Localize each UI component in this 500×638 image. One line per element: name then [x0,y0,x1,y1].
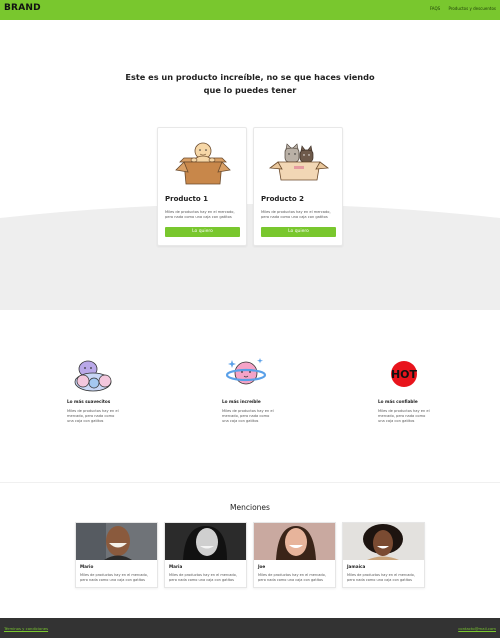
buy-button[interactable]: Lo quiero [261,227,336,237]
brand-logo[interactable]: BRAND [4,3,41,13]
baby-in-box-illustration [175,142,231,185]
feature-title: Lo más increíble [222,399,261,404]
mention-name: Maria [169,564,183,569]
mention-description: Miles de productos hay en el mercado, pe… [347,573,415,582]
avatar [343,523,424,560]
mention-card: Mario Miles de productos hay en el merca… [75,522,158,588]
mention-description: Miles de productos hay en el mercado, pe… [169,573,237,582]
mention-card: Joe Miles de productos hay en el mercado… [253,522,336,588]
avatar [76,523,157,560]
product-name: Producto 2 [261,195,304,203]
feature-title: Lo más suavecitos [67,399,111,404]
hot-badge-icon: HOT [391,361,418,387]
mention-name: Joe [258,564,266,569]
product-description: Miles de productos hay en el mercado, pe… [261,210,331,219]
product-card: Producto 1 Miles de productos hay en el … [157,127,247,246]
feature-description: Miles de productos hay en el mercado, pe… [67,409,119,423]
feature-title: Lo más confiable [378,399,418,404]
mentions-title: Menciones [230,503,270,512]
product-card: Producto 2 Miles de productos hay en el … [253,127,343,246]
top-navbar: BRAND FAQS Productos y descuentos [0,0,500,20]
plush-toy-icon [74,360,112,392]
product-description: Miles de productos hay en el mercado, pe… [165,210,235,219]
avatar [254,523,335,560]
mention-description: Miles de productos hay en el mercado, pe… [258,573,326,582]
feature-description: Miles de productos hay en el mercado, pe… [222,409,274,423]
footer: Términos y condiciones contacto@mail.com [0,618,500,638]
mention-description: Miles de productos hay en el mercado, pe… [80,573,148,582]
mention-card: Maria Miles de productos hay en el merca… [164,522,247,588]
mention-name: Jamaica [347,564,366,569]
avatar [165,523,246,560]
nav-links: FAQS Productos y descuentos [423,6,496,11]
feature-description: Miles de productos hay en el mercado, pe… [378,409,430,423]
mention-name: Mario [80,564,94,569]
cats-in-box-illustration [268,143,330,181]
buy-button[interactable]: Lo quiero [165,227,240,237]
hero-title: Este es un producto increíble, no se que… [125,72,375,95]
background-wave [0,204,500,310]
planet-icon [225,358,267,385]
contact-email-link[interactable]: contacto@mail.com [458,626,496,631]
mention-card: Jamaica Miles de productos hay en el mer… [342,522,425,588]
section-divider [0,482,500,483]
svg-text:HOT: HOT [391,368,418,381]
terms-link[interactable]: Términos y condiciones [4,626,48,631]
nav-link-productos[interactable]: Productos y descuentos [448,6,496,11]
nav-link-faqs[interactable]: FAQS [430,6,440,11]
product-name: Producto 1 [165,195,208,203]
